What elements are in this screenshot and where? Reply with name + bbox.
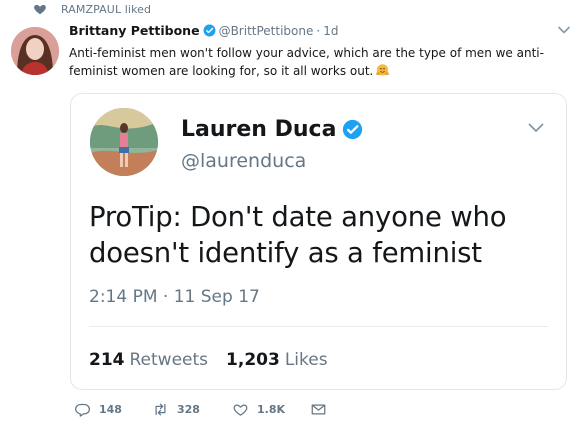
direct-message-icon	[311, 404, 326, 415]
like-icon	[233, 404, 248, 416]
quoted-tweet-text: ProTip: Don't date anyone who doesn't id…	[89, 201, 507, 269]
quoted-tweet-timestamp[interactable]: 2:14 PM · 11 Sep 17	[89, 287, 260, 307]
retweet-button[interactable]: 328	[153, 402, 233, 417]
retweet-icon	[155, 403, 166, 416]
hug-emoji-icon	[376, 64, 390, 76]
tweet-timestamp[interactable]: 1d	[323, 24, 338, 38]
social-context: RAMZPAUL liked	[33, 0, 151, 18]
quoted-author-name[interactable]: Lauren Duca	[181, 117, 336, 142]
retweets-stat[interactable]: 214 Retweets	[89, 350, 208, 370]
quoted-author-row: Lauren Duca	[181, 117, 363, 142]
like-count: 1.8K	[257, 403, 286, 416]
liked-by-label[interactable]: RAMZPAUL liked	[61, 3, 151, 16]
quoted-author-handle[interactable]: @laurenduca	[181, 150, 306, 172]
author-avatar[interactable]	[11, 27, 59, 75]
tweet-header: Brittany Pettibone @BrittPettibone · 1d	[69, 23, 338, 38]
likes-stat[interactable]: 1,203 Likes	[226, 350, 328, 370]
like-button[interactable]: 1.8K	[233, 402, 311, 417]
quoted-tweet-stats: 214 Retweets 1,203 Likes	[89, 350, 346, 370]
divider	[89, 326, 548, 327]
reply-button[interactable]: 148	[75, 402, 153, 417]
author-handle[interactable]: @BrittPettibone	[219, 24, 314, 38]
retweets-count: 214	[89, 350, 125, 370]
tweet-text: Anti-feminist men won't follow your advi…	[69, 44, 574, 80]
direct-message-button[interactable]	[311, 402, 326, 417]
separator-dot: ·	[316, 23, 321, 38]
quoted-author-avatar[interactable]	[90, 108, 158, 176]
author-name[interactable]: Brittany Pettibone	[69, 23, 200, 38]
retweets-label: Retweets	[129, 350, 209, 370]
verified-icon	[203, 24, 216, 37]
tweet-actions: 148 328 1.8K	[75, 402, 326, 417]
quoted-tweet-card[interactable]: Lauren Duca @laurenduca ProTip: Don't da…	[70, 93, 567, 390]
verified-icon	[343, 119, 363, 140]
chevron-down-icon[interactable]	[528, 123, 544, 133]
likes-label: Likes	[284, 350, 328, 370]
chevron-down-icon[interactable]	[558, 26, 570, 34]
heart-icon	[34, 4, 46, 15]
reply-icon	[75, 403, 90, 417]
tweet-text-body: Anti-feminist men won't follow your advi…	[69, 46, 544, 78]
reply-count: 148	[99, 403, 122, 416]
likes-count: 1,203	[226, 350, 280, 370]
retweet-count: 328	[177, 403, 200, 416]
